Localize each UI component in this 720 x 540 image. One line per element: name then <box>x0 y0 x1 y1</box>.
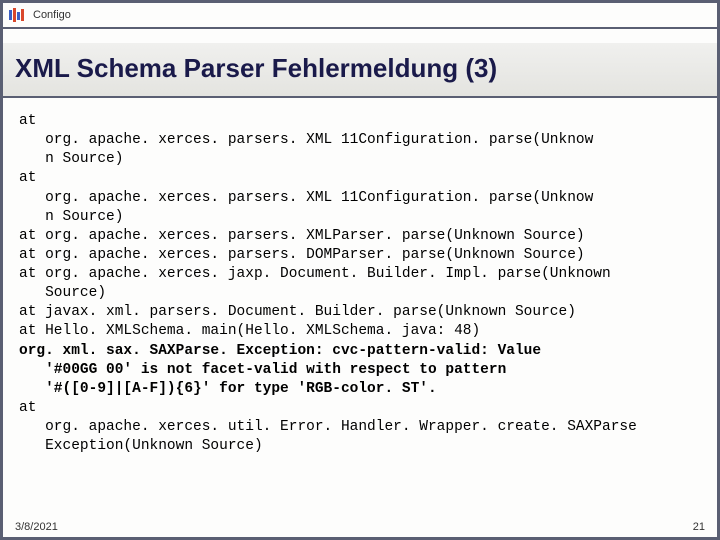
trace-line: org. apache. xerces. util. Error. Handle… <box>19 419 637 435</box>
trace-line-bold: org. xml. sax. SAXParse. Exception: cvc-… <box>19 343 541 359</box>
slide: Configo XML Schema Parser Fehlermeldung … <box>0 0 720 540</box>
trace-line: at javax. xml. parsers. Document. Builde… <box>19 304 576 320</box>
trace-line: org. apache. xerces. parsers. XML 11Conf… <box>19 132 593 148</box>
footer-date: 3/8/2021 <box>15 521 58 533</box>
trace-line: n Source) <box>19 209 123 225</box>
trace-line-bold: '#00GG 00' is not facet-valid with respe… <box>19 362 506 378</box>
trace-line: Exception(Unknown Source) <box>19 438 263 454</box>
trace-line: at org. apache. xerces. parsers. DOMPars… <box>19 247 585 263</box>
trace-line: n Source) <box>19 151 123 167</box>
stack-trace: at org. apache. xerces. parsers. XML 11C… <box>19 112 701 456</box>
trace-line: at org. apache. xerces. jaxp. Document. … <box>19 266 611 282</box>
trace-line: at org. apache. xerces. parsers. XMLPars… <box>19 228 585 244</box>
trace-line: org. apache. xerces. parsers. XML 11Conf… <box>19 190 593 206</box>
title-bar: XML Schema Parser Fehlermeldung (3) <box>3 43 717 98</box>
trace-line: at <box>19 170 36 186</box>
slide-header: Configo <box>3 3 717 29</box>
trace-line: at <box>19 400 36 416</box>
slide-body: at org. apache. xerces. parsers. XML 11C… <box>3 98 717 537</box>
footer-page: 21 <box>693 521 705 533</box>
trace-line: at <box>19 113 36 129</box>
logo-icon <box>9 8 27 22</box>
slide-footer: 3/8/2021 21 <box>15 521 705 533</box>
trace-line-bold: '#([0-9]|[A-F]){6}' for type 'RGB-color.… <box>19 381 437 397</box>
trace-line: at Hello. XMLSchema. main(Hello. XMLSche… <box>19 323 480 339</box>
page-title: XML Schema Parser Fehlermeldung (3) <box>15 53 705 84</box>
trace-line: Source) <box>19 285 106 301</box>
brand-label: Configo <box>33 9 71 21</box>
